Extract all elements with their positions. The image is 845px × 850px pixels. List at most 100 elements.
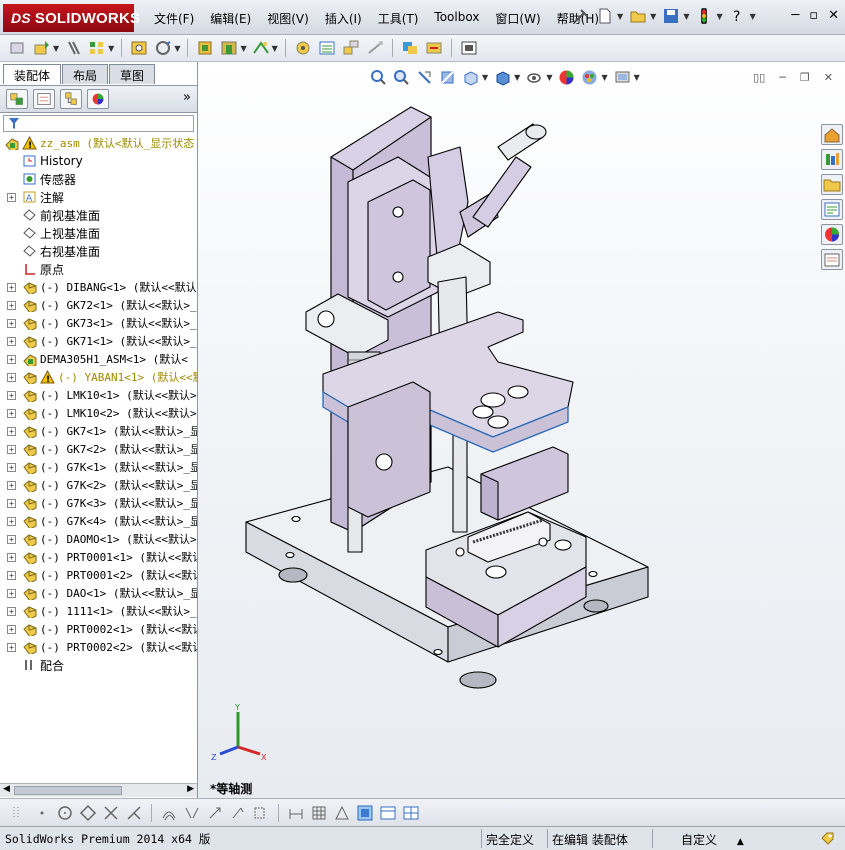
tree-filter-field[interactable] (3, 115, 194, 132)
graphics-area[interactable]: ▼ ▼ ▼ ▼ ▼ ▯▯ ─ ❐ ✕ Y X Z *等轴测 (198, 62, 845, 798)
display-manager-icon[interactable] (87, 89, 109, 109)
single-view-icon[interactable] (379, 804, 397, 822)
rebuild-traffic-light-icon[interactable] (695, 7, 713, 25)
point-icon[interactable] (33, 804, 51, 822)
four-view-icon[interactable] (402, 804, 420, 822)
tree-item[interactable]: + (-) DIBANG<1> (默认<<默认> (0, 278, 197, 296)
move-component-icon[interactable] (153, 39, 173, 57)
dimension-icon[interactable] (287, 804, 305, 822)
expand-toggle-icon[interactable]: + (7, 462, 16, 472)
expand-toggle-icon[interactable]: + (7, 354, 16, 364)
unit-system-selector[interactable]: 自定义 ▲ (652, 829, 812, 848)
expand-toggle-icon[interactable]: + (7, 300, 16, 310)
polygon-icon[interactable] (79, 804, 97, 822)
grid-icon[interactable] (310, 804, 328, 822)
more-tabs-icon[interactable]: » (183, 90, 191, 105)
expand-toggle-icon[interactable]: + (7, 570, 16, 580)
expand-toggle-icon[interactable]: + (7, 426, 16, 436)
copy-entities-icon[interactable] (252, 804, 270, 822)
tree-item[interactable]: ! zz_asm (默认<默认_显示状态 (0, 134, 197, 152)
tree-item[interactable]: + (-) G7K<4> (默认<<默认>_显 (0, 512, 197, 530)
display-shaded-icon[interactable] (356, 804, 374, 822)
menu-toolbox[interactable]: Toolbox (426, 10, 487, 27)
move-entities-icon[interactable] (206, 804, 224, 822)
circle-icon[interactable] (56, 804, 74, 822)
restore-icon[interactable]: ▫ (809, 8, 818, 23)
feature-manager-tree-icon[interactable] (6, 89, 28, 109)
expand-toggle-icon[interactable]: + (7, 498, 16, 508)
tree-item[interactable]: + (-) GK7<2> (默认<<默认>_显 (0, 440, 197, 458)
new-document-icon[interactable] (596, 7, 614, 25)
pattern-dropdown-icon[interactable]: ▼ (108, 44, 114, 53)
mate-icon[interactable] (63, 39, 83, 57)
menu-view[interactable]: 视图(V) (259, 10, 317, 27)
tree-item[interactable]: 前视基准面 (0, 206, 197, 224)
offset-icon[interactable] (160, 804, 178, 822)
menu-tools[interactable]: 工具(T) (370, 10, 427, 27)
tree-item[interactable]: + (-) GK73<1> (默认<<默认>_显 (0, 314, 197, 332)
tree-item[interactable]: + (-) DAO<1> (默认<<默认>_显 (0, 584, 197, 602)
new-motion-study-icon[interactable] (293, 39, 313, 57)
expand-toggle-icon[interactable]: + (7, 534, 16, 544)
expand-toggle-icon[interactable]: + (7, 480, 16, 490)
tree-item[interactable]: 传感器 (0, 170, 197, 188)
tree-item[interactable]: 原点 (0, 260, 197, 278)
scroll-right-icon[interactable]: ▶ (187, 784, 194, 794)
expand-toggle-icon[interactable]: + (7, 624, 16, 634)
tree-item[interactable]: + (-) DAOMO<1> (默认<<默认> (0, 530, 197, 548)
instant3d-icon[interactable] (459, 39, 479, 57)
configuration-manager-icon[interactable] (60, 89, 82, 109)
help-icon[interactable]: ? (729, 7, 747, 25)
interference-detection-icon[interactable] (400, 39, 420, 57)
rotate-entities-icon[interactable] (229, 804, 247, 822)
insert-dropdown-icon[interactable]: ▼ (53, 44, 59, 53)
tab-assembly[interactable]: 装配体 (3, 64, 62, 84)
expand-toggle-icon[interactable]: + (7, 552, 16, 562)
expand-toggle-icon[interactable]: + (7, 606, 16, 616)
open-dropdown-icon[interactable]: ▼ (650, 12, 656, 21)
tree-item[interactable]: + (-) PRT0001<1> (默认<<默认 (0, 548, 197, 566)
scrollbar-thumb[interactable] (14, 786, 122, 795)
trim-icon[interactable] (102, 804, 120, 822)
tree-item[interactable]: + (-) 1111<1> (默认<<默认>_显 (0, 602, 197, 620)
unit-system-arrow[interactable]: ▲ (737, 837, 744, 847)
minimize-icon[interactable]: ─ (791, 8, 799, 23)
tree-item[interactable]: + (-) G7K<2> (默认<<默认>_显 (0, 476, 197, 494)
menu-window[interactable]: 窗口(W) (487, 10, 548, 27)
expand-toggle-icon[interactable]: + (7, 390, 16, 400)
extend-icon[interactable] (125, 804, 143, 822)
tree-item[interactable]: + DEMA305H1_ASM<1> (默认< (0, 350, 197, 368)
solidworks-logo[interactable]: DS SOLIDWORKS (3, 4, 140, 32)
expand-toggle-icon[interactable]: + (7, 444, 16, 454)
save-dropdown-icon[interactable]: ▼ (683, 12, 689, 21)
quick-tips-icon[interactable] (820, 830, 835, 846)
tree-item[interactable]: + (-) LMK10<1> (默认<<默认> (0, 386, 197, 404)
tree-item[interactable]: + (-) G7K<1> (默认<<默认>_显 (0, 458, 197, 476)
linear-pattern-icon[interactable] (87, 39, 107, 57)
tree-item[interactable]: +! (-) YABAN1<1> (默认<<默 (0, 368, 197, 386)
grip-handle-icon[interactable] (10, 804, 28, 822)
assembly-features-icon[interactable] (219, 39, 239, 57)
expand-toggle-icon[interactable]: + (7, 516, 16, 526)
expand-toggle-icon[interactable]: + (7, 336, 16, 346)
expand-toggle-icon[interactable]: + (7, 192, 16, 202)
tree-horizontal-scrollbar[interactable]: ◀ ▶ (0, 783, 197, 797)
relations-icon[interactable] (333, 804, 351, 822)
tree-item[interactable]: 配合 (0, 656, 197, 674)
tree-item[interactable]: + (-) GK7<1> (默认<<默认>_显 (0, 422, 197, 440)
smart-fasteners-icon[interactable] (129, 39, 149, 57)
tree-item[interactable]: + (-) GK72<1> (默认<<默认>_显 (0, 296, 197, 314)
menu-file[interactable]: 文件(F) (146, 10, 202, 27)
expand-toggle-icon[interactable]: + (7, 588, 16, 598)
tree-item[interactable]: + (-) LMK10<2> (默认<<默认> (0, 404, 197, 422)
menu-insert[interactable]: 插入(I) (317, 10, 370, 27)
menu-edit[interactable]: 编辑(E) (202, 10, 259, 27)
expand-toggle-icon[interactable]: + (7, 318, 16, 328)
assembly-model[interactable] (198, 62, 845, 798)
tree-item[interactable]: + (-) PRT0001<2> (默认<<默认 (0, 566, 197, 584)
property-manager-icon[interactable] (33, 89, 55, 109)
rebuild-dropdown-icon[interactable]: ▼ (716, 12, 722, 21)
exploded-view-icon[interactable] (341, 39, 361, 57)
tree-item[interactable]: + (-) PRT0002<1> (默认<<默认 (0, 620, 197, 638)
expand-toggle-icon[interactable]: + (7, 372, 16, 382)
